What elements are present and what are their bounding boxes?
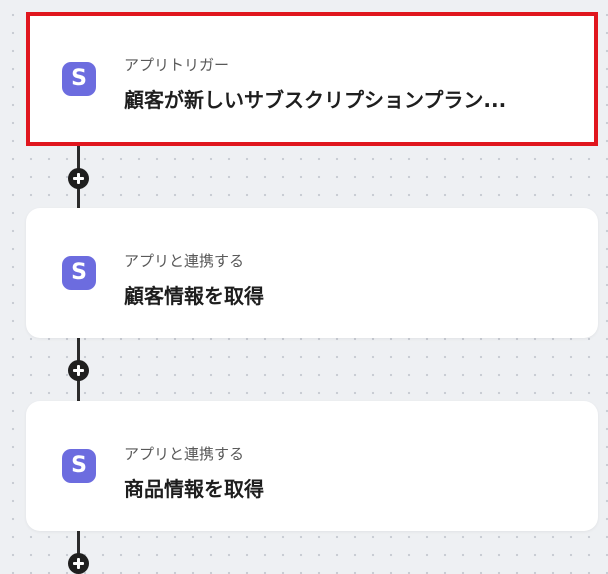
add-step-button[interactable] bbox=[68, 553, 89, 574]
step-title: 顧客情報を取得 bbox=[124, 284, 264, 308]
flow-step-trigger-card[interactable]: S アプリトリガー 顧客が新しいサブスクリプションプラン... bbox=[26, 12, 598, 146]
plus-icon bbox=[68, 553, 89, 574]
stripe-app-icon: S bbox=[62, 62, 96, 96]
add-step-button[interactable] bbox=[68, 360, 89, 381]
plus-icon bbox=[68, 360, 89, 381]
step-type-label: アプリと連携する bbox=[124, 445, 245, 463]
step-type-label: アプリトリガー bbox=[124, 56, 230, 74]
flow-step-action-card[interactable]: S アプリと連携する 顧客情報を取得 bbox=[26, 208, 598, 338]
add-step-button[interactable] bbox=[68, 168, 89, 189]
step-title: 商品情報を取得 bbox=[124, 477, 264, 501]
step-title: 顧客が新しいサブスクリプションプラン... bbox=[124, 88, 507, 112]
stripe-app-icon: S bbox=[62, 449, 96, 483]
plus-icon bbox=[68, 168, 89, 189]
flow-step-action-card[interactable]: S アプリと連携する 商品情報を取得 bbox=[26, 401, 598, 531]
step-type-label: アプリと連携する bbox=[124, 252, 245, 270]
stripe-app-icon: S bbox=[62, 256, 96, 290]
